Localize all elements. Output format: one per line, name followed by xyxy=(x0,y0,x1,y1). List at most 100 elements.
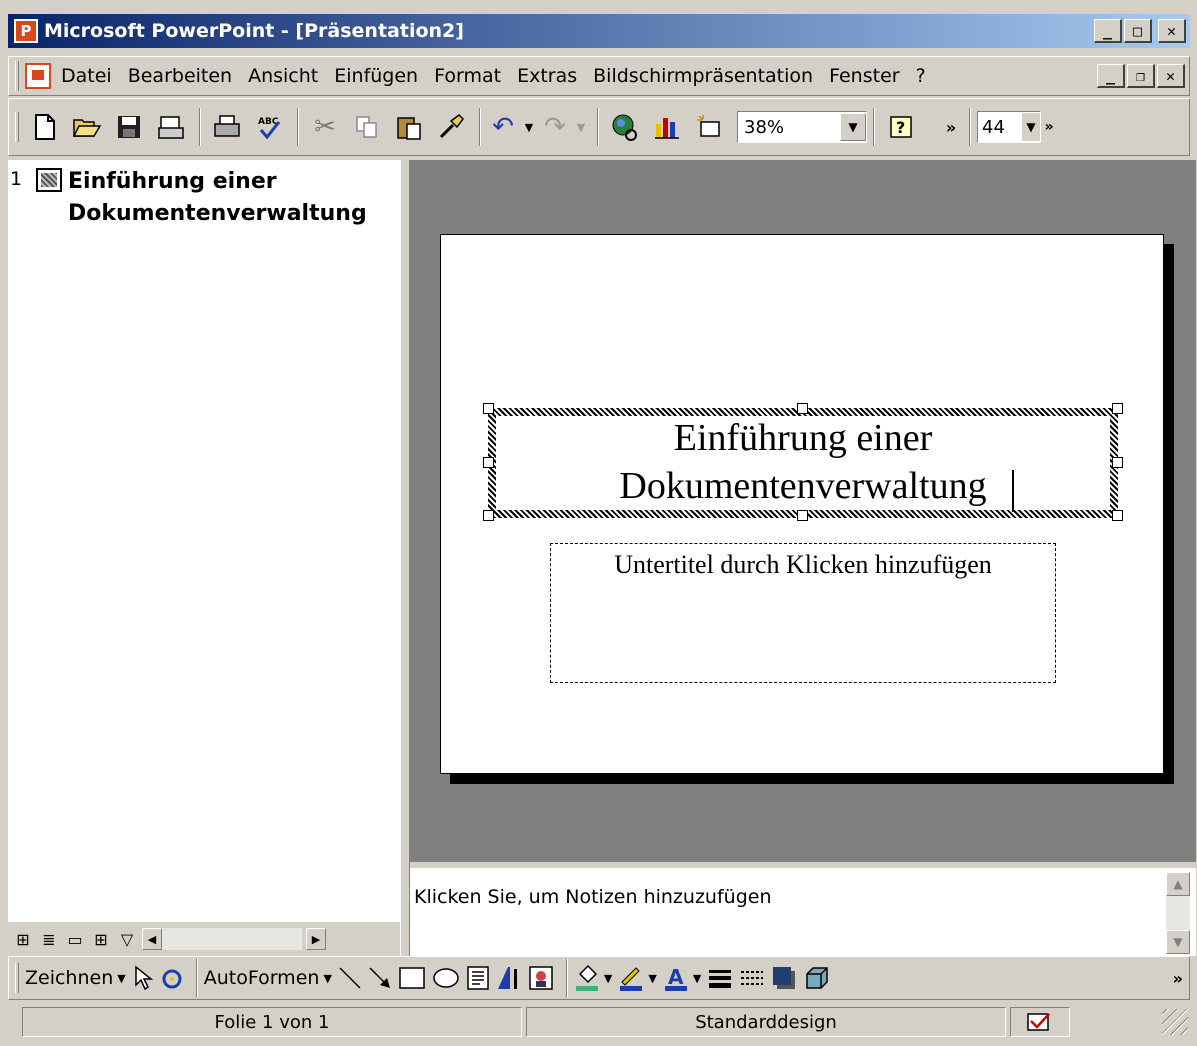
3d-icon[interactable] xyxy=(803,961,831,995)
select-objects-icon[interactable] xyxy=(132,961,154,995)
paste-icon[interactable] xyxy=(389,107,429,147)
redo-dropdown-icon[interactable]: ▼ xyxy=(573,107,589,147)
status-bar: Folie 1 von 1 Standarddesign xyxy=(8,1004,1190,1040)
subtitle-placeholder-text[interactable]: Untertitel durch Klicken hinzufügen xyxy=(550,550,1056,580)
resize-handle[interactable] xyxy=(483,403,494,414)
shadow-icon[interactable] xyxy=(771,961,797,995)
save-icon[interactable] xyxy=(109,107,149,147)
doc-close-button[interactable]: ✕ xyxy=(1157,64,1185,88)
dash-style-icon[interactable] xyxy=(739,961,765,995)
hyperlink-icon[interactable] xyxy=(605,107,645,147)
pane-splitter[interactable] xyxy=(400,160,410,956)
chevron-down-icon[interactable]: ▼ xyxy=(648,972,656,985)
doc-minimize-button[interactable]: _ xyxy=(1097,64,1125,88)
outline-slide-title[interactable]: Einführung einer Dokumentenverwaltung xyxy=(68,166,398,230)
chart-icon[interactable] xyxy=(647,107,687,147)
help-icon[interactable]: ? xyxy=(881,107,921,147)
window-titlebar[interactable]: P Microsoft PowerPoint - [Präsentation2]… xyxy=(8,14,1190,48)
chevron-down-icon[interactable]: ▼ xyxy=(604,972,612,985)
rectangle-icon[interactable] xyxy=(398,961,426,995)
resize-handle[interactable] xyxy=(797,403,808,414)
line-color-icon[interactable]: ▼ xyxy=(618,961,657,995)
redo-icon[interactable]: ↷ xyxy=(539,107,571,147)
menu-bearbeiten[interactable]: Bearbeiten xyxy=(128,65,232,87)
chevron-down-icon[interactable]: ▼ xyxy=(693,972,701,985)
font-color-icon[interactable]: A ▼ xyxy=(663,961,701,995)
resize-handle[interactable] xyxy=(1112,457,1123,468)
open-icon[interactable] xyxy=(67,107,107,147)
line-style-icon[interactable] xyxy=(707,961,733,995)
slide-show-icon[interactable]: ▽ xyxy=(116,928,138,950)
arrow-icon[interactable] xyxy=(368,961,392,995)
font-size-combo[interactable]: 44 ▼ xyxy=(977,111,1041,143)
spelling-status-icon[interactable] xyxy=(1010,1007,1070,1037)
line-icon[interactable] xyxy=(338,961,362,995)
spellcheck-icon[interactable]: ABC xyxy=(249,107,289,147)
toolbar-separator xyxy=(565,959,568,997)
autoshapes-menu-button[interactable]: AutoFormen ▼ xyxy=(204,961,332,995)
menu-datei[interactable]: Datei xyxy=(61,65,112,87)
menu-bildschirmpraesentation[interactable]: Bildschirmpräsentation xyxy=(593,65,813,87)
drawbar-more-icon[interactable]: » xyxy=(1173,961,1183,995)
notes-scrollbar[interactable]: ▲ ▼ xyxy=(1166,872,1190,954)
menu-ansicht[interactable]: Ansicht xyxy=(248,65,318,87)
maximize-button[interactable]: □ xyxy=(1124,19,1152,43)
notes-pane[interactable] xyxy=(410,868,1196,956)
slide-title[interactable]: Einführung einer Dokumentenverwaltung xyxy=(496,414,1110,510)
zoom-combo[interactable]: 38% ▼ xyxy=(737,111,867,143)
resize-handle[interactable] xyxy=(1112,510,1123,521)
format-painter-icon[interactable] xyxy=(431,107,471,147)
outline-view-icon[interactable]: ≣ xyxy=(38,928,60,950)
resize-handle[interactable] xyxy=(1112,403,1123,414)
cut-icon[interactable]: ✂ xyxy=(305,107,345,147)
print-icon[interactable] xyxy=(207,107,247,147)
text-box-icon[interactable] xyxy=(466,961,490,995)
undo-icon[interactable]: ↶ xyxy=(487,107,519,147)
email-icon[interactable] xyxy=(151,107,191,147)
new-icon[interactable] xyxy=(25,107,65,147)
copy-icon[interactable] xyxy=(347,107,387,147)
resize-handle[interactable] xyxy=(483,510,494,521)
minimize-button[interactable]: _ xyxy=(1094,19,1122,43)
slide-icon[interactable] xyxy=(36,168,62,192)
menu-help[interactable]: ? xyxy=(916,65,926,87)
oval-icon[interactable] xyxy=(432,961,460,995)
chevron-down-icon[interactable]: ▼ xyxy=(840,113,866,141)
horizontal-scrollbar[interactable] xyxy=(162,928,302,950)
slide-sorter-icon[interactable]: ⊞ xyxy=(90,928,112,950)
powerpoint-app-icon[interactable]: P xyxy=(14,19,38,43)
undo-dropdown-icon[interactable]: ▼ xyxy=(521,107,537,147)
wordart-icon[interactable] xyxy=(496,961,522,995)
toolbar-grip[interactable] xyxy=(15,112,19,142)
menu-format[interactable]: Format xyxy=(434,65,501,87)
close-button[interactable]: ✕ xyxy=(1158,19,1186,43)
new-slide-icon[interactable] xyxy=(689,107,729,147)
scroll-right-icon[interactable]: ▶ xyxy=(306,928,326,950)
fill-color-icon[interactable]: ▼ xyxy=(574,961,612,995)
menu-einfuegen[interactable]: Einfügen xyxy=(334,65,418,87)
formatting-more-icon[interactable]: » xyxy=(1041,107,1057,147)
free-rotate-icon[interactable] xyxy=(160,961,184,995)
outline-pane[interactable]: 1 Einführung einer Dokumentenverwaltung xyxy=(8,160,400,922)
menu-fenster[interactable]: Fenster xyxy=(829,65,899,87)
resize-handle[interactable] xyxy=(797,510,808,521)
slide-title-line2: Dokumentenverwaltung xyxy=(619,465,987,507)
resize-handle[interactable] xyxy=(483,457,494,468)
document-icon[interactable] xyxy=(25,63,51,89)
menubar-grip[interactable] xyxy=(15,61,19,91)
toolbar-more-icon[interactable]: » xyxy=(941,107,961,147)
normal-view-icon[interactable]: ⊞ xyxy=(12,928,34,950)
scroll-up-icon[interactable]: ▲ xyxy=(1166,872,1190,896)
draw-menu-button[interactable]: Zeichnen ▼ xyxy=(25,961,126,995)
chevron-down-icon: ▼ xyxy=(117,971,126,985)
chevron-down-icon[interactable]: ▼ xyxy=(1022,113,1040,141)
menu-extras[interactable]: Extras xyxy=(517,65,577,87)
resize-grip-icon[interactable] xyxy=(1162,1009,1188,1035)
scroll-left-icon[interactable]: ◀ xyxy=(142,928,162,950)
drawbar-grip[interactable] xyxy=(15,963,19,993)
scroll-down-icon[interactable]: ▼ xyxy=(1166,930,1190,954)
clipart-icon[interactable] xyxy=(528,961,554,995)
slide-view-icon[interactable]: ▭ xyxy=(64,928,86,950)
doc-restore-button[interactable]: ❐ xyxy=(1127,64,1155,88)
notes-placeholder[interactable]: Klicken Sie, um Notizen hinzuzufügen xyxy=(414,886,771,908)
